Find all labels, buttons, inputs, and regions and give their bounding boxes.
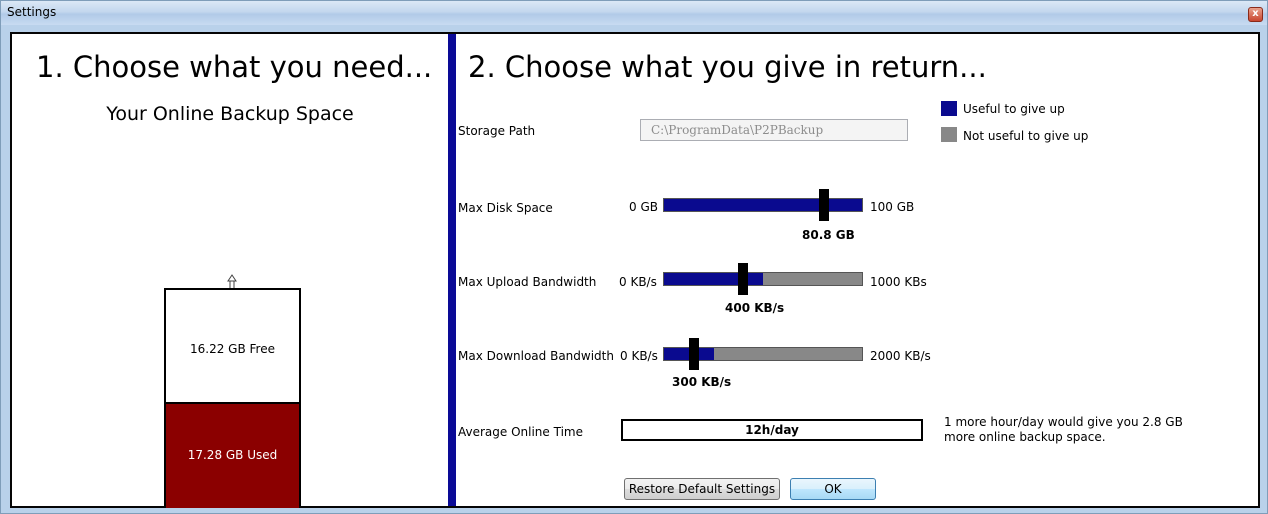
useful-legend-swatch xyxy=(941,101,957,116)
average-online-time-label: Average Online Time xyxy=(458,425,583,439)
not-useful-legend-swatch xyxy=(941,127,957,142)
disk-slider-thumb[interactable] xyxy=(819,189,829,221)
upload-slider-thumb[interactable] xyxy=(738,263,748,295)
close-icon: x xyxy=(1252,8,1259,19)
download-slider-thumb[interactable] xyxy=(689,338,699,370)
ok-button[interactable]: OK xyxy=(790,478,876,500)
upload-value-label: 400 KB/s xyxy=(725,301,785,315)
download-value-label: 300 KB/s xyxy=(672,375,732,389)
settings-window: Settings x 1. Choose what you need... Yo… xyxy=(0,0,1268,514)
used-space-label: 17.28 GB Used xyxy=(187,448,278,462)
download-max-label: 2000 KB/s xyxy=(870,349,931,363)
used-space-segment: 17.28 GB Used xyxy=(166,404,299,508)
upload-max-label: 1000 KBs xyxy=(870,275,927,289)
useful-legend-label: Useful to give up xyxy=(963,102,1065,116)
storage-path-field[interactable]: C:\ProgramData\P2PBackup xyxy=(640,119,908,141)
storage-path-label: Storage Path xyxy=(458,124,536,138)
online-time-hint: 1 more hour/day would give you 2.8 GB mo… xyxy=(944,415,1183,444)
free-space-segment: 16.22 GB Free xyxy=(166,290,299,404)
close-button[interactable]: x xyxy=(1248,7,1263,22)
online-time-value: 12h/day xyxy=(745,423,799,437)
download-min-label: 0 KB/s xyxy=(620,349,658,363)
restore-defaults-button[interactable]: Restore Default Settings xyxy=(624,478,780,500)
not-useful-legend-label: Not useful to give up xyxy=(963,129,1089,143)
not-useful-range xyxy=(763,273,862,285)
title-bar[interactable]: Settings x xyxy=(1,1,1267,25)
online-time-bar[interactable]: 12h/day xyxy=(621,419,923,441)
backup-space-title: Your Online Backup Space xyxy=(106,103,354,125)
max-disk-space-label: Max Disk Space xyxy=(458,201,553,215)
max-download-bandwidth-label: Max Download Bandwidth xyxy=(458,349,614,363)
give-heading: 2. Choose what you give in return... xyxy=(468,50,987,84)
need-heading: 1. Choose what you need... xyxy=(36,50,433,84)
disk-max-label: 100 GB xyxy=(870,200,915,214)
useful-range xyxy=(664,273,763,285)
upload-min-label: 0 KB/s xyxy=(619,275,657,289)
max-disk-space-slider[interactable] xyxy=(663,198,863,212)
useful-range xyxy=(664,199,862,211)
max-upload-bandwidth-label: Max Upload Bandwidth xyxy=(458,275,597,289)
window-title: Settings xyxy=(7,5,57,19)
backup-space-bar: 16.22 GB Free 17.28 GB Used xyxy=(164,288,301,508)
max-upload-bandwidth-slider[interactable] xyxy=(663,272,863,286)
panel-divider xyxy=(448,34,456,506)
disk-value-label: 80.8 GB xyxy=(802,228,855,242)
not-useful-range xyxy=(714,348,862,360)
settings-content: 1. Choose what you need... Your Online B… xyxy=(10,32,1260,508)
free-space-label: 16.22 GB Free xyxy=(190,342,275,356)
disk-min-label: 0 GB xyxy=(629,200,658,214)
